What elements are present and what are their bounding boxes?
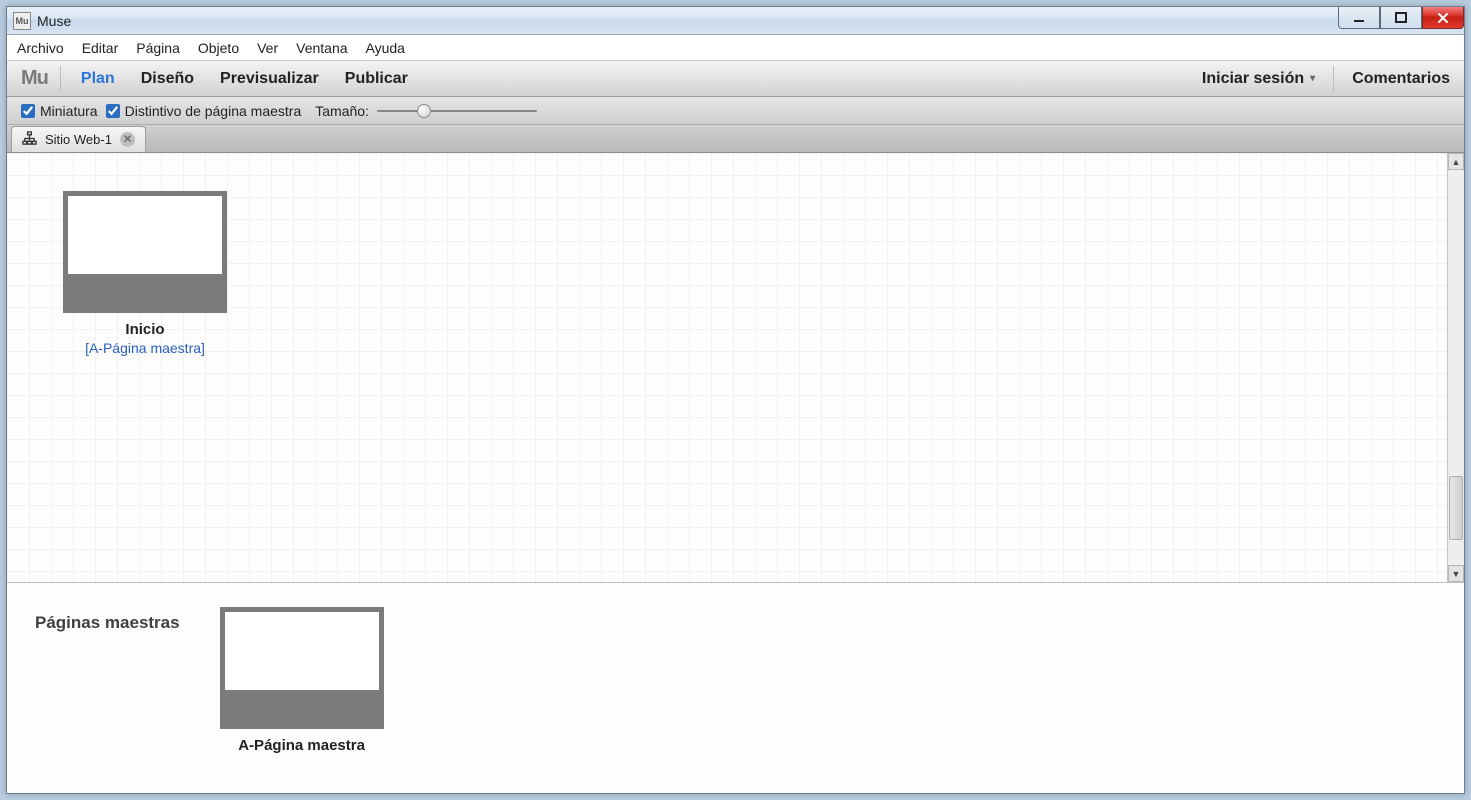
size-slider[interactable]	[377, 105, 537, 117]
titlebar: Mu Muse	[7, 7, 1464, 35]
master-badge-toggle[interactable]: Distintivo de página maestra	[106, 103, 302, 119]
menu-objeto[interactable]: Objeto	[198, 40, 239, 56]
scroll-thumb[interactable]	[1449, 476, 1463, 540]
options-bar: Miniatura Distintivo de página maestra T…	[7, 97, 1464, 125]
vertical-scrollbar[interactable]: ▲ ▼	[1447, 153, 1464, 582]
scroll-up-button[interactable]: ▲	[1448, 153, 1464, 170]
thumbnail-footer	[66, 274, 224, 310]
slider-track	[377, 110, 537, 112]
minimize-icon	[1352, 11, 1366, 25]
mu-logo: Mu	[21, 67, 48, 90]
thumbnail-toggle[interactable]: Miniatura	[21, 103, 98, 119]
mode-plan[interactable]: Plan	[81, 70, 115, 88]
page-thumbnail[interactable]	[63, 191, 227, 313]
tab-close-button[interactable]: ✕	[120, 132, 135, 147]
document-tabstrip: Sitio Web-1 ✕	[7, 125, 1464, 153]
master-badge-checkbox[interactable]	[106, 104, 120, 118]
master-thumbnail[interactable]	[220, 607, 384, 729]
close-icon: ✕	[122, 132, 132, 147]
mode-divider	[1333, 66, 1334, 92]
signin-button[interactable]: Iniciar sesión ▾	[1202, 70, 1315, 88]
scroll-down-button[interactable]: ▼	[1448, 565, 1464, 582]
mode-previsualizar[interactable]: Previsualizar	[220, 70, 319, 88]
window-controls	[1338, 7, 1464, 29]
app-icon: Mu	[13, 12, 31, 30]
app-window: Mu Muse Archivo Editar Página Objeto Ver…	[6, 6, 1465, 794]
thumbnail-content	[225, 612, 379, 690]
master-page-node[interactable]: A-Página maestra	[220, 607, 384, 754]
master-badge-label: Distintivo de página maestra	[125, 103, 302, 119]
page-name-label[interactable]: Inicio	[125, 321, 164, 338]
caret-down-icon: ▾	[1310, 73, 1315, 84]
mode-separator	[60, 66, 61, 92]
signin-label: Iniciar sesión	[1202, 70, 1304, 88]
page-node-inicio[interactable]: Inicio [A-Página maestra]	[63, 191, 227, 356]
size-label: Tamaño:	[315, 103, 369, 119]
sitemap-pane[interactable]: Inicio [A-Página maestra] ▲ ▼	[7, 153, 1464, 583]
menu-ventana[interactable]: Ventana	[296, 40, 347, 56]
page-master-reference[interactable]: [A-Página maestra]	[85, 340, 205, 356]
master-pages-heading: Páginas maestras	[35, 613, 180, 633]
mode-bar: Mu Plan Diseño Previsualizar Publicar In…	[7, 61, 1464, 97]
scroll-track[interactable]	[1448, 170, 1464, 565]
slider-thumb[interactable]	[417, 104, 431, 118]
maximize-button[interactable]	[1380, 7, 1422, 29]
document-tab[interactable]: Sitio Web-1 ✕	[11, 126, 146, 152]
maximize-icon	[1394, 11, 1408, 25]
menu-ayuda[interactable]: Ayuda	[366, 40, 405, 56]
master-page-name[interactable]: A-Página maestra	[238, 737, 365, 754]
menubar: Archivo Editar Página Objeto Ver Ventana…	[7, 35, 1464, 61]
window-title: Muse	[37, 13, 71, 29]
close-button[interactable]	[1422, 7, 1464, 29]
thumbnail-footer	[223, 690, 381, 726]
thumbnail-content	[68, 196, 222, 274]
mode-diseno[interactable]: Diseño	[141, 70, 194, 88]
menu-ver[interactable]: Ver	[257, 40, 278, 56]
menu-pagina[interactable]: Página	[136, 40, 180, 56]
close-icon	[1436, 11, 1450, 25]
work-area: Inicio [A-Página maestra] ▲ ▼ Páginas ma…	[7, 153, 1464, 793]
document-tab-label: Sitio Web-1	[45, 132, 112, 147]
menu-archivo[interactable]: Archivo	[17, 40, 64, 56]
mode-publicar[interactable]: Publicar	[345, 70, 408, 88]
master-pages-panel: Páginas maestras A-Página maestra	[7, 583, 1464, 793]
minimize-button[interactable]	[1338, 7, 1380, 29]
comments-button[interactable]: Comentarios	[1352, 70, 1450, 88]
thumbnail-checkbox[interactable]	[21, 104, 35, 118]
sitemap-icon	[22, 131, 37, 149]
thumbnail-label: Miniatura	[40, 103, 98, 119]
menu-editar[interactable]: Editar	[82, 40, 119, 56]
